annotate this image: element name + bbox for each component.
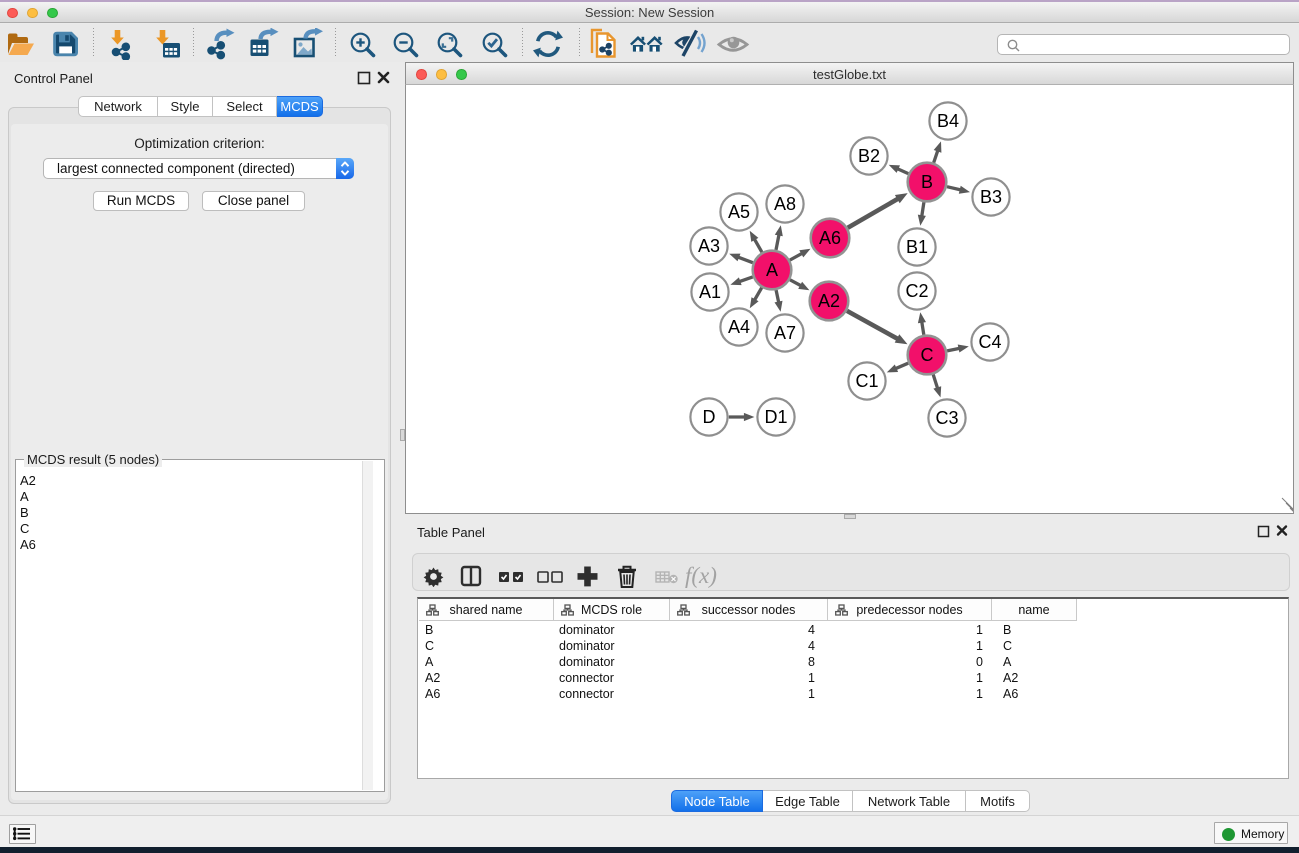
- svg-text:A2: A2: [818, 291, 840, 311]
- svg-text:D1: D1: [764, 407, 787, 427]
- svg-text:A4: A4: [728, 317, 750, 337]
- svg-text:C: C: [921, 345, 934, 365]
- svg-text:C1: C1: [855, 371, 878, 391]
- svg-text:C2: C2: [905, 281, 928, 301]
- svg-text:B1: B1: [906, 237, 928, 257]
- svg-text:C4: C4: [978, 332, 1001, 352]
- svg-text:A8: A8: [774, 194, 796, 214]
- svg-text:A5: A5: [728, 202, 750, 222]
- svg-text:B4: B4: [937, 111, 959, 131]
- svg-text:B3: B3: [980, 187, 1002, 207]
- svg-text:B2: B2: [858, 146, 880, 166]
- svg-text:C3: C3: [935, 408, 958, 428]
- svg-text:A1: A1: [699, 282, 721, 302]
- svg-text:B: B: [921, 172, 933, 192]
- svg-text:A3: A3: [698, 236, 720, 256]
- svg-text:A6: A6: [819, 228, 841, 248]
- svg-text:A: A: [766, 260, 778, 280]
- svg-text:A7: A7: [774, 323, 796, 343]
- svg-text:D: D: [703, 407, 716, 427]
